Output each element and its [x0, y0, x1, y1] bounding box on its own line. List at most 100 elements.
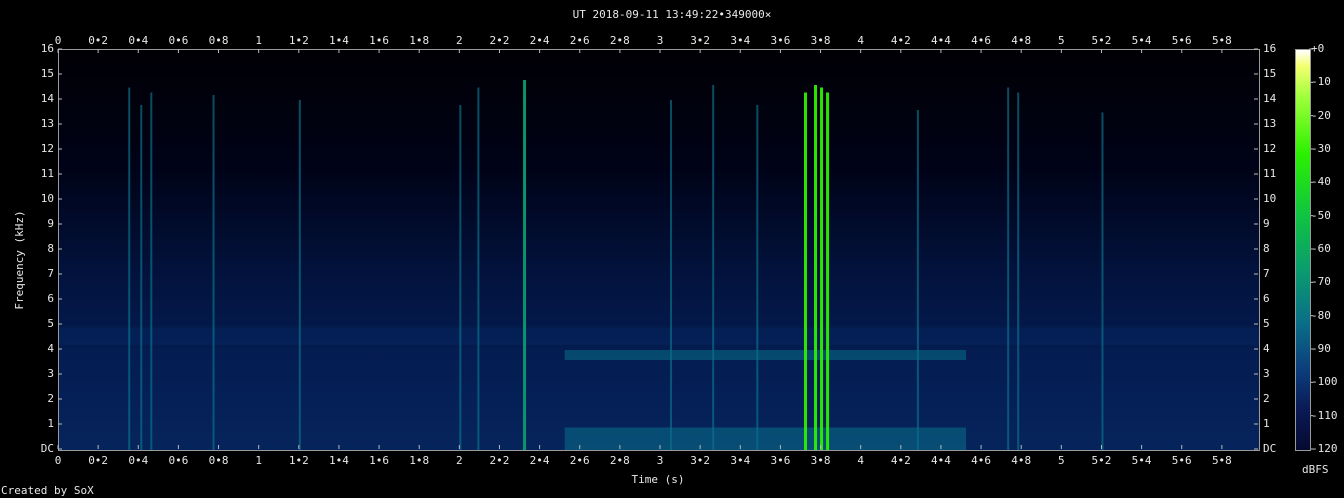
x-tick-label-bottom-27: 5•4 [1131, 454, 1152, 467]
x-tick-label-top-14: 2•8 [609, 34, 630, 47]
x-tick-label-bottom-28: 5•6 [1171, 454, 1192, 467]
colorbar-tick-label-5: -50 [1311, 208, 1331, 222]
y-tick-label-left-13: 13 [40, 117, 54, 130]
x-tick-label-bottom-21: 4•2 [890, 454, 911, 467]
y-tick-label-right-2: 2 [1263, 392, 1270, 405]
colorbar-tick-label-0: +0 [1311, 42, 1325, 55]
y-tick-label-left-4: 4 [47, 342, 54, 355]
colorbar-tick-label-2: -20 [1311, 108, 1331, 122]
x-tick-label-bottom-6: 1•2 [288, 454, 309, 467]
y-tick-label-right-1: 1 [1263, 417, 1270, 430]
colorbar-tick-label-4: -40 [1311, 175, 1331, 189]
x-tick-label-top-29: 5•8 [1211, 34, 1232, 47]
x-tick-label-top-13: 2•6 [569, 34, 590, 47]
y-tick-label-right-7: 7 [1263, 267, 1270, 280]
x-tick-label-bottom-26: 5•2 [1091, 454, 1112, 467]
colorbar-tick-label-10: -100 [1311, 375, 1338, 389]
x-tick-label-bottom-23: 4•6 [971, 454, 991, 467]
x-tick-label-top-28: 5•6 [1171, 34, 1192, 47]
x-tick-label-top-6: 1•2 [288, 34, 309, 47]
colorbar [1295, 49, 1311, 451]
y-tick-label-right-15: 15 [1263, 67, 1277, 80]
y-tick-label-right-6: 6 [1263, 292, 1270, 305]
x-tick-label-top-27: 5•4 [1131, 34, 1152, 47]
x-tick-label-top-25: 5 [1058, 34, 1065, 47]
x-tick-label-bottom-13: 2•6 [569, 454, 590, 467]
x-tick-label-bottom-8: 1•6 [369, 454, 389, 467]
x-tick-label-bottom-22: 4•4 [931, 454, 951, 467]
spectrogram-axes [57, 48, 1313, 450]
x-tick-label-bottom-1: 0•2 [88, 454, 109, 467]
x-tick-label-bottom-25: 5 [1058, 454, 1065, 467]
colorbar-tick-label-11: -110 [1311, 408, 1338, 422]
y-tick-label-right-11: 11 [1263, 167, 1277, 180]
x-tick-label-top-20: 4 [857, 34, 864, 47]
y-tick-label-right-13: 13 [1263, 117, 1277, 130]
colorbar-tick-label-1: -10 [1311, 75, 1331, 89]
x-tick-label-top-1: 0•2 [88, 34, 109, 47]
x-tick-label-top-7: 1•4 [328, 34, 349, 47]
x-tick-label-bottom-14: 2•8 [609, 454, 630, 467]
y-tick-label-left-14: 14 [40, 92, 54, 105]
x-tick-label-top-26: 5•2 [1091, 34, 1112, 47]
x-tick-label-top-5: 1 [255, 34, 262, 47]
x-tick-label-top-16: 3•2 [690, 34, 711, 47]
y-tick-label-left-0: DC [40, 442, 54, 455]
x-tick-label-top-22: 4•4 [931, 34, 951, 47]
y-tick-label-left-2: 2 [47, 392, 54, 405]
x-tick-label-top-12: 2•4 [529, 34, 550, 47]
colorbar-tick-label-7: -70 [1311, 275, 1331, 289]
colorbar-tick-label-12: -120 [1311, 442, 1338, 455]
x-tick-label-top-10: 2 [456, 34, 463, 47]
x-tick-label-top-2: 0•4 [128, 34, 149, 47]
y-tick-label-left-8: 8 [47, 242, 54, 255]
x-tick-label-bottom-3: 0•6 [168, 454, 189, 467]
y-tick-label-right-10: 10 [1263, 192, 1277, 205]
y-tick-label-right-14: 14 [1263, 92, 1277, 105]
x-tick-label-top-17: 3•4 [730, 34, 751, 47]
y-tick-label-left-5: 5 [47, 317, 54, 330]
colorbar-tick-label-9: -90 [1311, 342, 1331, 355]
y-tick-label-left-6: 6 [47, 292, 54, 305]
colorbar-label: dBFS [1302, 463, 1329, 476]
x-tick-label-top-19: 3•8 [810, 34, 831, 47]
y-tick-label-right-3: 3 [1263, 367, 1270, 380]
y-tick-label-left-12: 12 [40, 142, 54, 155]
y-tick-label-left-3: 3 [47, 367, 54, 380]
x-tick-label-top-23: 4•6 [971, 34, 991, 47]
x-tick-label-bottom-4: 0•8 [208, 454, 229, 467]
x-tick-label-top-15: 3 [656, 34, 664, 47]
x-tick-label-bottom-5: 1 [255, 454, 262, 467]
x-tick-label-top-21: 4•2 [890, 34, 911, 47]
y-tick-label-left-7: 7 [47, 267, 54, 280]
colorbar-tick-label-3: -30 [1311, 142, 1331, 155]
created-by-annotation: Created by SoX [1, 484, 94, 497]
x-tick-label-bottom-18: 3•6 [770, 454, 791, 467]
x-axis-label: Time (s) [631, 473, 685, 486]
y-tick-label-right-0: DC [1263, 442, 1277, 455]
y-tick-label-left-1: 1 [47, 417, 54, 430]
x-tick-label-top-4: 0•8 [208, 34, 229, 47]
y-tick-label-right-8: 8 [1263, 242, 1270, 255]
x-tick-label-bottom-7: 1•4 [328, 454, 349, 467]
y-tick-label-left-16: 16 [40, 42, 54, 55]
x-tick-label-top-11: 2•2 [489, 34, 510, 47]
colorbar-tick-label-6: -60 [1311, 242, 1331, 255]
x-tick-label-bottom-15: 3 [656, 454, 664, 467]
x-tick-label-bottom-0: 0 [54, 454, 62, 467]
x-tick-label-top-18: 3•6 [770, 34, 791, 47]
x-tick-label-bottom-19: 3•8 [810, 454, 831, 467]
y-tick-label-right-5: 5 [1263, 317, 1270, 330]
y-tick-label-right-4: 4 [1263, 342, 1270, 355]
x-tick-label-bottom-16: 3•2 [690, 454, 711, 467]
x-tick-label-top-9: 1•8 [409, 34, 430, 47]
y-tick-label-left-11: 11 [40, 167, 54, 180]
x-tick-label-bottom-12: 2•4 [529, 454, 550, 467]
x-tick-label-bottom-20: 4 [857, 454, 864, 467]
y-tick-label-left-10: 10 [40, 192, 54, 205]
y-tick-label-left-9: 9 [47, 217, 54, 230]
y-tick-label-right-9: 9 [1263, 217, 1270, 230]
x-tick-label-bottom-17: 3•4 [730, 454, 751, 467]
y-tick-label-right-16: 16 [1263, 42, 1277, 55]
x-tick-label-bottom-11: 2•2 [489, 454, 510, 467]
